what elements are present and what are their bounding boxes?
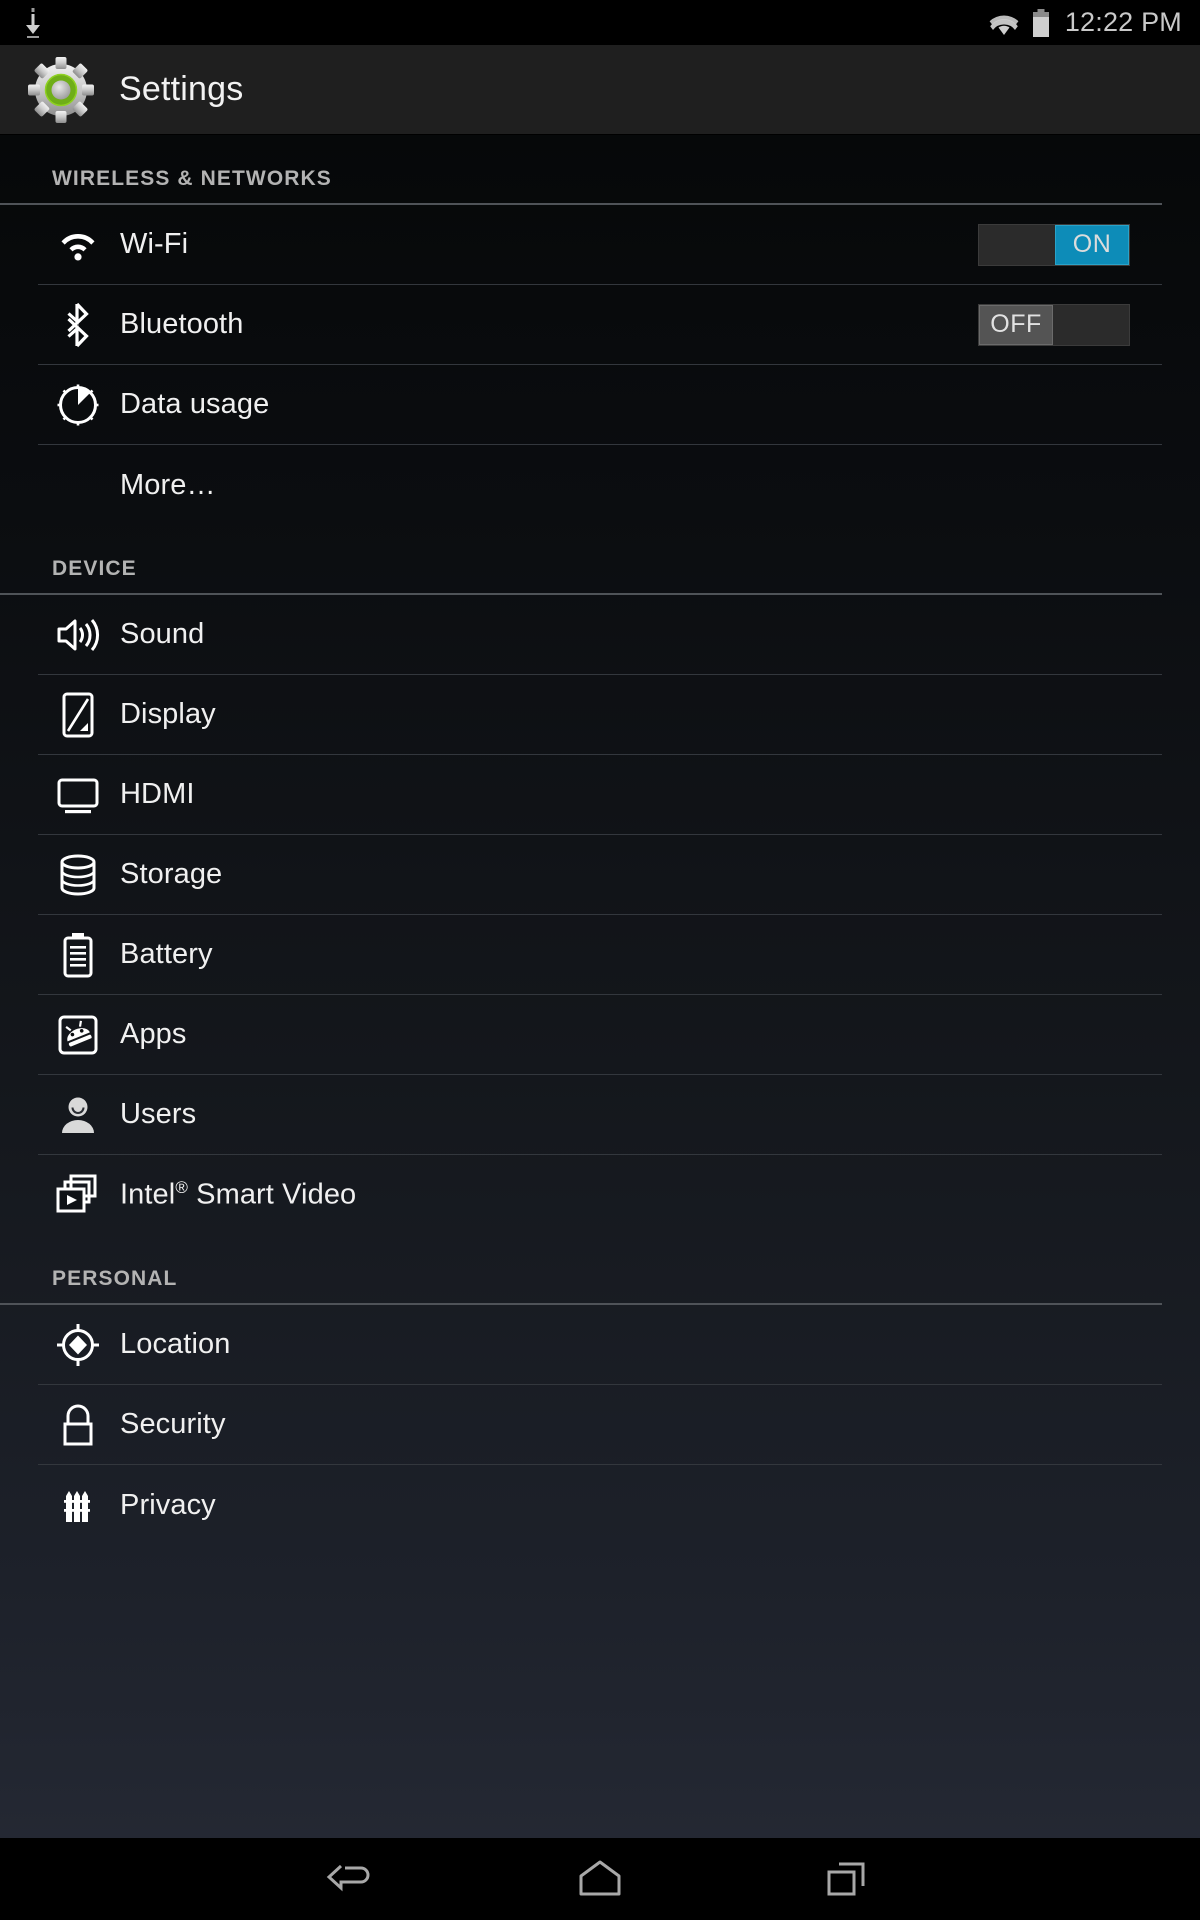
storage-icon [52,849,104,901]
smart-video-icon [52,1169,104,1221]
security-icon [52,1399,104,1451]
toggle-thumb-label: OFF [979,304,1053,345]
settings-row-label: Wi-Fi [120,228,189,260]
section-label: PERSONAL [52,1267,178,1290]
settings-gear-icon[interactable] [26,55,96,125]
settings-row-battery[interactable]: Battery [38,915,1162,995]
home-icon[interactable] [562,1849,638,1909]
status-bar-notifications[interactable] [22,7,44,38]
settings-row-label: Display [120,698,216,730]
users-icon [52,1089,104,1141]
section-header-personal: PERSONAL [0,1235,1162,1305]
section-header-device: DEVICE [0,525,1162,595]
wifi-signal-icon [987,10,1021,36]
back-icon[interactable] [316,1849,392,1909]
settings-row-label: Bluetooth [120,308,244,340]
settings-row-label: Apps [120,1018,187,1050]
settings-row-more[interactable]: More… [38,445,1162,525]
settings-row-bluetooth[interactable]: Bluetooth OFF [38,285,1162,365]
label-rest: Smart Video [187,1178,357,1211]
bluetooth-toggle[interactable]: OFF [978,303,1130,346]
settings-row-label: Security [120,1408,226,1440]
section-header-wireless: WIRELESS & NETWORKS [0,135,1162,205]
action-bar: Settings [0,45,1200,135]
settings-row-hdmi[interactable]: HDMI [38,755,1162,835]
settings-row-label: Location [120,1328,231,1360]
bluetooth-icon [52,299,104,351]
apps-icon [52,1009,104,1061]
settings-row-label: Users [120,1098,197,1130]
settings-row-label: Intel® Smart Video [120,1178,356,1212]
settings-row-label: Sound [120,618,205,650]
settings-row-intel-smart-video[interactable]: Intel® Smart Video [38,1155,1162,1235]
status-bar-system-icons[interactable]: 12:22 PM [987,7,1182,39]
recent-apps-icon[interactable] [808,1849,884,1909]
registered-mark: ® [175,1178,188,1198]
section-label: DEVICE [52,557,137,580]
location-icon [52,1319,104,1371]
settings-row-label: Battery [120,938,213,970]
settings-row-sound[interactable]: Sound [38,595,1162,675]
navigation-bar [0,1838,1200,1920]
settings-row-apps[interactable]: Apps [38,995,1162,1075]
toggle-thumb-label: ON [1055,224,1129,265]
hdmi-icon [52,769,104,821]
section-label: WIRELESS & NETWORKS [52,167,332,190]
sound-icon [52,609,104,661]
settings-row-data-usage[interactable]: Data usage [38,365,1162,445]
settings-row-label: Data usage [120,388,270,420]
settings-row-display[interactable]: Display [38,675,1162,755]
settings-row-location[interactable]: Location [38,1305,1162,1385]
settings-row-label: Privacy [120,1488,216,1521]
download-icon [22,7,44,38]
settings-row-label: HDMI [120,778,195,810]
settings-list: WIRELESS & NETWORKS Wi-Fi ON Bluetooth O… [0,135,1200,1838]
wifi-icon [52,219,104,271]
display-icon [52,689,104,741]
label-main: Intel [120,1178,176,1211]
settings-row-label: More… [120,468,216,501]
page-title: Settings [119,70,244,108]
placeholder-icon [52,459,104,511]
settings-row-label: Storage [120,858,223,890]
settings-row-storage[interactable]: Storage [38,835,1162,915]
settings-row-privacy[interactable]: Privacy [38,1465,1162,1545]
settings-row-security[interactable]: Security [38,1385,1162,1465]
data-usage-icon [52,379,104,431]
battery-icon [1032,8,1050,37]
settings-row-users[interactable]: Users [38,1075,1162,1155]
status-bar-clock: 12:22 PM [1064,6,1182,37]
battery-icon [52,929,104,981]
privacy-icon [52,1479,104,1531]
settings-row-wifi[interactable]: Wi-Fi ON [38,205,1162,285]
wifi-toggle[interactable]: ON [978,223,1130,266]
status-bar: 12:22 PM [0,0,1200,45]
